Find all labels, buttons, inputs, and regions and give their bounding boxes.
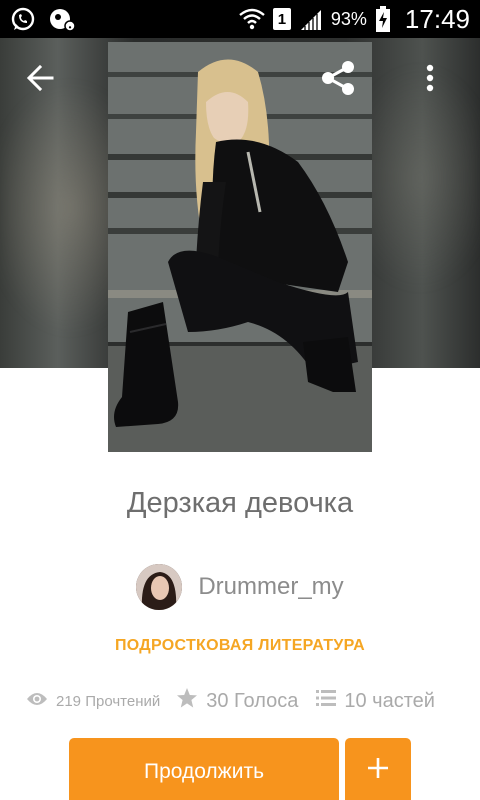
votes-stat: 30 Голоса <box>176 687 298 715</box>
more-options-button[interactable] <box>406 56 454 104</box>
share-button[interactable] <box>314 56 362 104</box>
hero-toolbar <box>0 38 480 122</box>
battery-percent: 93% <box>330 8 367 29</box>
svg-text:•: • <box>69 23 72 32</box>
sim-slot-badge: 1 <box>272 8 291 30</box>
add-to-library-button[interactable] <box>345 738 411 800</box>
notification-icon: • <box>48 6 76 32</box>
back-arrow-icon <box>26 64 54 97</box>
share-icon <box>319 59 357 102</box>
list-icon <box>316 689 337 713</box>
reads-count: 219 Прочтений <box>56 692 161 710</box>
signal-icon <box>299 8 323 30</box>
plus-icon <box>366 756 390 785</box>
wifi-icon <box>239 7 265 31</box>
status-time: 17:49 <box>404 3 470 34</box>
avatar[interactable] <box>136 564 183 610</box>
author-row[interactable]: Drummer_my <box>0 564 480 610</box>
more-vert-icon <box>426 64 434 97</box>
battery-charging-icon <box>375 6 391 32</box>
parts-stat: 10 частей <box>316 689 435 713</box>
continue-label: Продолжить <box>143 760 265 783</box>
story-title: Дерзкая девочка <box>126 487 354 519</box>
status-bar: • 1 93% 17:49 <box>0 0 480 38</box>
star-icon <box>176 687 198 715</box>
continue-reading-button[interactable]: Продолжить <box>69 738 339 800</box>
whatsapp-icon <box>10 6 36 32</box>
votes-count: 30 Голоса <box>206 689 299 712</box>
genre-label[interactable]: ПОДРОСТКОВАЯ ЛИТЕРАТУРА <box>0 637 480 655</box>
reads-stat: 219 Прочтений <box>26 691 160 711</box>
status-bar-right: 1 93% 17:49 <box>239 4 470 35</box>
back-button[interactable] <box>16 56 64 104</box>
parts-count: 10 частей <box>344 689 435 712</box>
stats-row: 219 Прочтений 30 Голоса 10 частей <box>26 684 466 718</box>
author-name[interactable]: Drummer_my <box>198 573 343 601</box>
eye-icon <box>26 691 48 711</box>
status-bar-left: • <box>10 6 76 32</box>
